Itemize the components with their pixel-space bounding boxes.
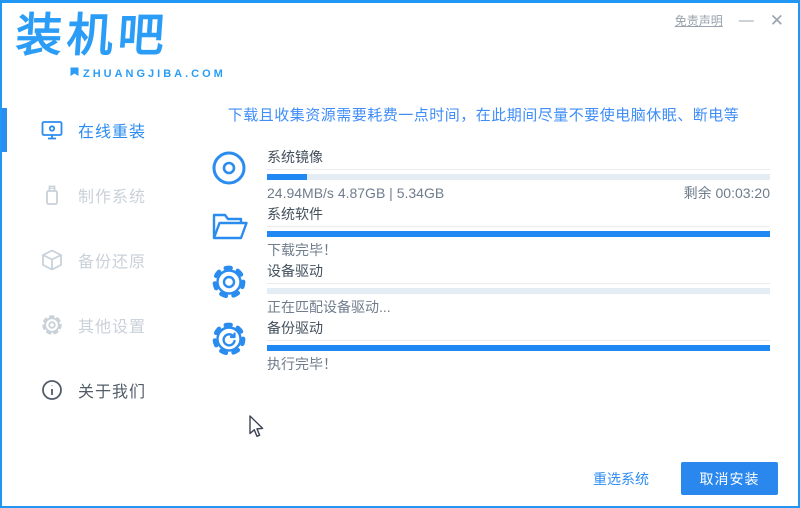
progress-fill bbox=[267, 345, 770, 351]
footer-actions: 重选系统 取消安装 bbox=[593, 462, 778, 495]
task-title: 备份驱动 bbox=[267, 319, 770, 341]
app-logo: 装机吧 ZHUANGJIBA.COM bbox=[14, 7, 223, 80]
task-row-system-image: 系统镜像 24.94MB/s 4.87GB | 5.34GB 剩余 00:03:… bbox=[207, 148, 770, 205]
box-icon bbox=[40, 248, 64, 272]
minimize-button[interactable]: — bbox=[739, 13, 754, 28]
task-title: 系统软件 bbox=[267, 205, 770, 227]
app-window: 装机吧 ZHUANGJIBA.COM 免责声明 — ✕ 在线重装 制作系统 备份… bbox=[0, 0, 800, 508]
task-status: 24.94MB/s 4.87GB | 5.34GB bbox=[267, 185, 445, 201]
task-remaining-time: 剩余 00:03:20 bbox=[683, 185, 770, 201]
disclaimer-link[interactable]: 免责声明 bbox=[675, 12, 723, 29]
sidebar-item-other-settings[interactable]: 其他设置 bbox=[2, 303, 197, 347]
titlebar-controls: 免责声明 — ✕ bbox=[675, 12, 784, 29]
task-row-device-driver: 设备驱动 正在匹配设备驱动... bbox=[207, 262, 770, 319]
task-status: 下载完毕！ bbox=[267, 242, 337, 258]
cancel-install-button[interactable]: 取消安装 bbox=[681, 462, 778, 495]
disc-icon bbox=[207, 148, 251, 192]
progress-bar bbox=[267, 288, 770, 294]
task-title: 系统镜像 bbox=[267, 148, 770, 170]
gear-icon bbox=[40, 313, 64, 337]
folder-icon bbox=[207, 205, 251, 249]
sidebar: 在线重装 制作系统 备份还原 其他设置 关于我们 bbox=[2, 91, 197, 506]
flag-icon bbox=[70, 67, 79, 80]
progress-bar bbox=[267, 345, 770, 351]
sidebar-item-label: 制作系统 bbox=[78, 189, 147, 206]
progress-fill bbox=[267, 231, 770, 237]
usb-icon bbox=[40, 183, 64, 207]
logo-subtitle: ZHUANGJIBA.COM bbox=[83, 67, 226, 80]
gear-icon bbox=[207, 262, 251, 306]
mouse-cursor bbox=[248, 415, 265, 439]
sidebar-item-label: 在线重装 bbox=[78, 124, 147, 141]
progress-bar bbox=[267, 231, 770, 237]
sidebar-item-label: 其他设置 bbox=[78, 319, 147, 336]
task-status: 正在匹配设备驱动... bbox=[267, 299, 391, 315]
close-button[interactable]: ✕ bbox=[770, 12, 784, 29]
monitor-icon bbox=[40, 118, 64, 142]
sidebar-item-label: 关于我们 bbox=[78, 384, 147, 401]
sidebar-item-about-us[interactable]: 关于我们 bbox=[2, 368, 197, 412]
active-indicator bbox=[2, 108, 7, 152]
sidebar-item-make-system[interactable]: 制作系统 bbox=[2, 173, 197, 217]
logo-title: 装机吧 bbox=[14, 9, 171, 61]
task-list: 系统镜像 24.94MB/s 4.87GB | 5.34GB 剩余 00:03:… bbox=[207, 148, 770, 376]
task-title: 设备驱动 bbox=[267, 262, 770, 284]
progress-bar bbox=[267, 174, 770, 180]
reselect-system-link[interactable]: 重选系统 bbox=[593, 469, 649, 489]
task-row-system-software: 系统软件 下载完毕！ bbox=[207, 205, 770, 262]
gear-sync-icon bbox=[207, 319, 251, 363]
info-icon bbox=[40, 378, 64, 402]
task-status: 执行完毕！ bbox=[267, 356, 337, 372]
progress-fill bbox=[267, 174, 308, 180]
sidebar-item-label: 备份还原 bbox=[78, 254, 147, 271]
sidebar-item-backup-restore[interactable]: 备份还原 bbox=[2, 238, 197, 282]
logo-subtitle-row: ZHUANGJIBA.COM bbox=[70, 67, 226, 80]
notice-text: 下载且收集资源需要耗费一点时间，在此期间尽量不要使电脑休眠、断电等 bbox=[227, 107, 740, 124]
sidebar-item-online-reinstall[interactable]: 在线重装 bbox=[2, 108, 197, 152]
task-row-backup-driver: 备份驱动 执行完毕！ bbox=[207, 319, 770, 376]
